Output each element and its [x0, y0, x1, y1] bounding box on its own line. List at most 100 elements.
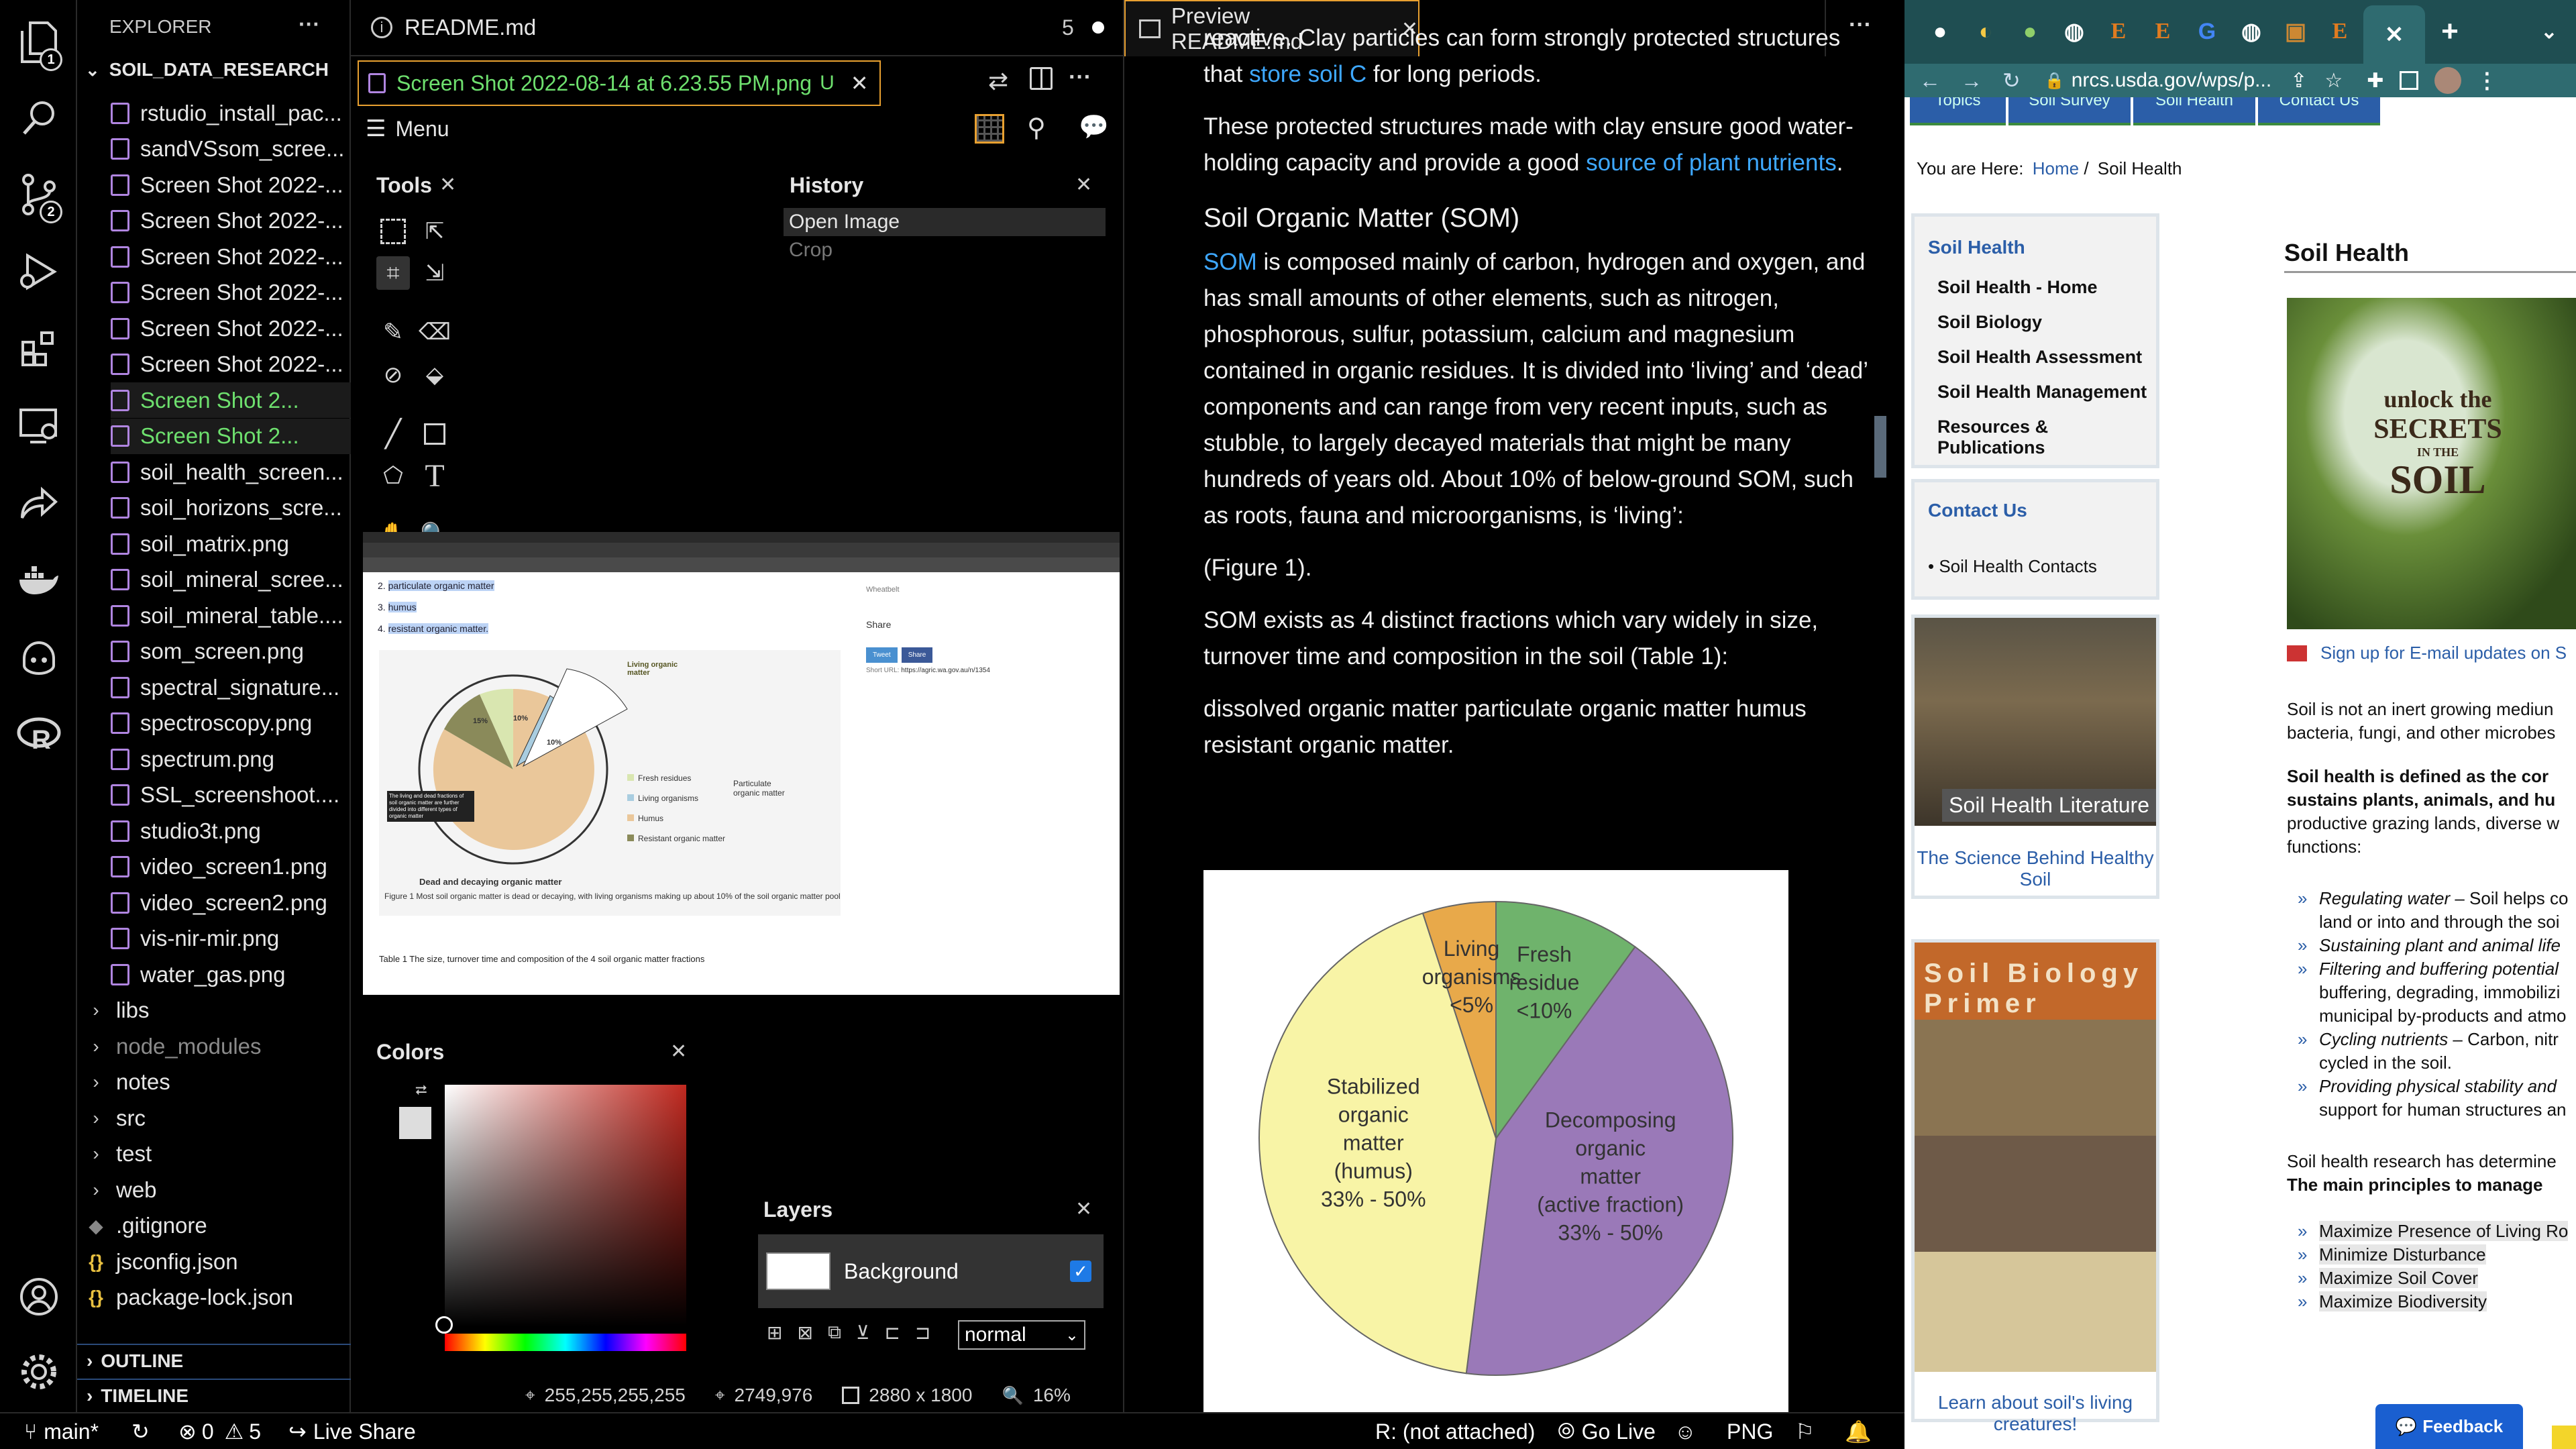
outline-section[interactable]: › OUTLINE: [77, 1344, 351, 1377]
site-tab-icon[interactable]: ●: [2009, 11, 2051, 52]
editor-tab-readme[interactable]: i README.md 5: [351, 0, 1124, 56]
file-item[interactable]: soil_mineral_table....: [111, 598, 382, 633]
extensions-puzzle-icon[interactable]: ✚: [2367, 69, 2383, 93]
extensions-icon[interactable]: [0, 312, 77, 386]
file-item[interactable]: video_screen1.png: [111, 849, 382, 885]
file-item[interactable]: som_screen.png: [111, 634, 382, 669]
notifications-icon[interactable]: 🔔: [1845, 1417, 1872, 1446]
link-plant-nutrients[interactable]: source of plant nutrients: [1586, 150, 1837, 176]
delete-layer-icon[interactable]: ⊠: [797, 1322, 812, 1344]
fill-bucket-icon[interactable]: ⬙: [418, 358, 451, 392]
file-item[interactable]: {} jsconfig.json: [87, 1244, 358, 1279]
text-icon[interactable]: T: [418, 458, 451, 494]
branch-item[interactable]: ⑂ main*: [24, 1417, 99, 1446]
pencil-icon[interactable]: ✎: [376, 315, 410, 349]
file-item[interactable]: soil_mineral_scree...: [111, 562, 382, 598]
folder-item[interactable]: › web: [87, 1172, 358, 1208]
grid-icon[interactable]: [975, 114, 1004, 144]
image-tab-icon[interactable]: ▣: [2275, 11, 2316, 52]
nav-tab[interactable]: Contact Us: [2258, 97, 2380, 125]
literature-image[interactable]: Soil Health Literature: [1915, 618, 2156, 826]
side-link[interactable]: Soil Health - Home: [1937, 277, 2156, 298]
move-selection-icon[interactable]: ⇱: [418, 215, 451, 248]
file-item[interactable]: Screen Shot 2022-...: [111, 239, 382, 274]
literature-link[interactable]: The Science Behind Healthy Soil: [1915, 847, 2156, 890]
go-live-item[interactable]: ⦾ Go Live: [1558, 1417, 1656, 1446]
contact-link[interactable]: • Soil Health Contacts: [1928, 556, 2156, 577]
preview-scrollbar[interactable]: [1874, 416, 1886, 478]
r-icon[interactable]: R: [0, 698, 77, 771]
canvas-image[interactable]: 2. particulate organic matter 3. humus 4…: [363, 532, 1120, 995]
folder-item[interactable]: › src: [87, 1100, 358, 1136]
new-tab-icon[interactable]: +: [2429, 11, 2471, 52]
active-tab[interactable]: ✕: [2363, 5, 2425, 64]
globe-tab-icon[interactable]: ◍: [2231, 11, 2272, 52]
color-picker-handle[interactable]: [435, 1316, 453, 1334]
blend-mode-select[interactable]: normal ⌄: [958, 1320, 1085, 1350]
file-item[interactable]: video_screen2.png: [111, 885, 382, 920]
feedback-button[interactable]: 💬 Feedback: [2375, 1404, 2523, 1449]
file-item[interactable]: Screen Shot 2022-...: [111, 347, 382, 382]
layer-row[interactable]: Background ✓: [758, 1234, 1104, 1308]
close-icon[interactable]: ✕: [851, 70, 869, 96]
color-swatch[interactable]: [399, 1107, 431, 1139]
tweet-button[interactable]: Tweet: [866, 647, 898, 663]
history-item[interactable]: Crop: [784, 236, 1106, 264]
file-item[interactable]: Screen Shot 2022-...: [111, 203, 382, 239]
source-control-icon[interactable]: 2: [0, 158, 77, 231]
sidebar-icon[interactable]: [2400, 71, 2419, 90]
link-som[interactable]: SOM: [1203, 249, 1257, 275]
sync-icon[interactable]: ↻: [131, 1417, 150, 1446]
file-item[interactable]: sandVSsom_scree...: [111, 131, 382, 167]
compare-icon[interactable]: ⇄: [988, 67, 1008, 95]
google-tab-icon[interactable]: G: [2186, 11, 2228, 52]
move-up-layer-icon[interactable]: ⊏: [884, 1322, 900, 1344]
folder-item[interactable]: › notes: [87, 1065, 358, 1100]
file-item[interactable]: Screen Shot 2022-...: [111, 311, 382, 346]
files-icon[interactable]: 1: [0, 5, 77, 79]
subtab-screenshot[interactable]: Screen Shot 2022-08-14 at 6.23.55 PM.png…: [358, 60, 881, 106]
nav-tab[interactable]: Topics: [1910, 97, 2006, 125]
file-item[interactable]: water_gas.png: [111, 957, 382, 992]
folder-item[interactable]: › node_modules: [87, 1028, 358, 1064]
file-item[interactable]: SSL_screenshoot....: [111, 777, 382, 813]
layers-close-icon[interactable]: ✕: [1075, 1197, 1092, 1221]
breadcrumb-home[interactable]: Home: [2033, 158, 2079, 178]
github-tab-icon[interactable]: ●: [1919, 11, 1961, 52]
search-icon[interactable]: [0, 80, 77, 154]
url-field[interactable]: nrcs.usda.gov/wps/p...: [2072, 69, 2271, 92]
file-item[interactable]: soil_matrix.png: [111, 526, 382, 561]
primer-image[interactable]: Soil Biology Primer: [1915, 943, 2156, 1372]
copilot-icon[interactable]: [0, 621, 77, 694]
swap-colors-icon[interactable]: ⮂: [415, 1081, 427, 1099]
marquee-select-icon[interactable]: [376, 215, 410, 248]
line-icon[interactable]: ╱: [376, 417, 410, 451]
language-item[interactable]: PNG: [1727, 1417, 1773, 1446]
side-link[interactable]: Resources & Publications: [1937, 417, 2156, 458]
menu-button[interactable]: ☰ Menu: [366, 115, 449, 142]
link-store-soil-c[interactable]: store soil C: [1249, 61, 1366, 87]
side-link[interactable]: Soil Health Management: [1937, 382, 2156, 402]
signup-row[interactable]: Sign up for E-mail updates on S: [2287, 643, 2567, 663]
file-item[interactable]: soil_health_screen...: [111, 454, 382, 490]
file-item[interactable]: Screen Shot 2...U: [111, 418, 382, 454]
file-item[interactable]: Screen Shot 2022-...: [111, 275, 382, 311]
secret-image[interactable]: unlock the SECRETS IN THE SOIL: [2287, 298, 2576, 629]
docker-icon[interactable]: [0, 543, 77, 617]
file-item[interactable]: Screen Shot 2022-...: [111, 167, 382, 203]
eyedropper-icon[interactable]: ⊘: [376, 358, 410, 392]
add-layer-icon[interactable]: ⊞: [767, 1322, 782, 1344]
hue-slider[interactable]: [445, 1334, 686, 1351]
folder-item[interactable]: › test: [87, 1136, 358, 1172]
file-item[interactable]: ◆ .gitignore: [87, 1208, 358, 1244]
live-share-icon[interactable]: [0, 466, 77, 540]
share-icon[interactable]: ⇪: [2290, 69, 2307, 93]
browser-menu-icon[interactable]: ⋮: [2476, 68, 2498, 93]
e-tab-icon[interactable]: E: [2142, 11, 2184, 52]
move-down-layer-icon[interactable]: ⊐: [915, 1322, 930, 1344]
bookmark-star-icon[interactable]: ☆: [2324, 69, 2343, 93]
explorer-more-button[interactable]: ···: [299, 12, 320, 37]
file-item[interactable]: Screen Shot 2...U: [111, 382, 382, 418]
account-icon[interactable]: [0, 1260, 77, 1334]
file-item[interactable]: {} package-lock.json: [87, 1280, 358, 1316]
